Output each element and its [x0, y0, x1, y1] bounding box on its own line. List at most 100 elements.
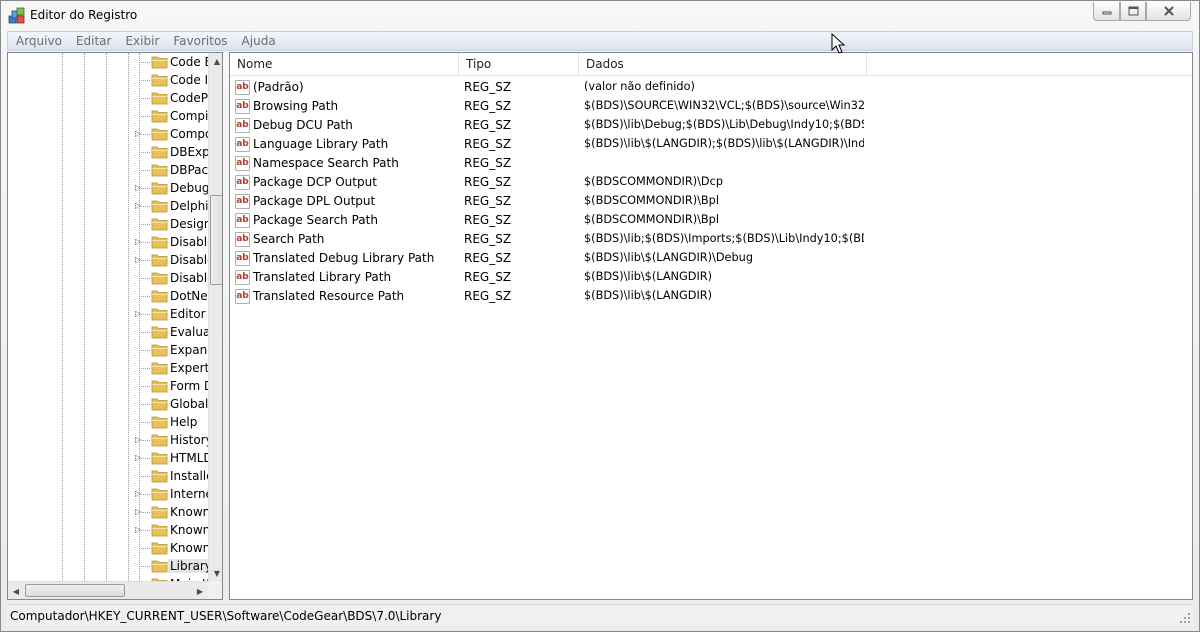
value-type: REG_SZ: [464, 175, 512, 189]
scrollbar-corner: [208, 581, 222, 599]
string-value-icon: ab: [235, 251, 250, 266]
value-row[interactable]: ab Package DCP Output REG_SZ $(BDSCOMMONDIR…: [230, 173, 1192, 192]
menu-exibir[interactable]: Exibir: [118, 32, 166, 50]
tree-item[interactable]: ▷ Disable: [8, 251, 208, 269]
tree-pane[interactable]: Code E Code Ir CodePr Compil ▷ Compo DBExpr DBP…: [7, 52, 223, 600]
expand-arrow-icon[interactable]: ▷: [135, 507, 144, 516]
minimize-button[interactable]: [1093, 2, 1120, 21]
scroll-right-arrow-icon[interactable]: ▶: [192, 583, 208, 599]
folder-icon: [151, 452, 168, 465]
tree-connector-line: [139, 116, 150, 117]
string-value-icon: ab: [235, 80, 250, 95]
scroll-up-arrow-icon[interactable]: ▲: [209, 53, 222, 69]
scroll-left-arrow-icon[interactable]: ◀: [8, 583, 24, 599]
tree-item[interactable]: ▷ HTMLD: [8, 449, 208, 467]
value-row[interactable]: ab Browsing Path REG_SZ $(BDS)\SOURCE\WIN32…: [230, 97, 1192, 116]
tree-item[interactable]: ▷ Editor: [8, 305, 208, 323]
value-row[interactable]: ab Namespace Search Path REG_SZ: [230, 154, 1192, 173]
title-bar[interactable]: Editor do Registro: [1, 1, 1199, 31]
string-value-icon: ab: [235, 175, 250, 190]
value-name: Translated Debug Library Path: [253, 251, 435, 265]
expand-arrow-icon[interactable]: ▷: [135, 255, 144, 264]
tree-item[interactable]: Code E: [8, 53, 208, 71]
tree-item[interactable]: ▷ Debugg: [8, 179, 208, 197]
tree-item[interactable]: Code Ir: [8, 71, 208, 89]
value-row[interactable]: ab Package Search Path REG_SZ $(BDSCOMMONDI…: [230, 211, 1192, 230]
value-row[interactable]: ab Package DPL Output REG_SZ $(BDSCOMMONDIR…: [230, 192, 1192, 211]
tree-item[interactable]: Expand: [8, 341, 208, 359]
expand-arrow-icon[interactable]: ▷: [135, 309, 144, 318]
tree-item[interactable]: ▷ Compo: [8, 125, 208, 143]
menu-favoritos[interactable]: Favoritos: [166, 32, 234, 50]
value-row[interactable]: ab Translated Debug Library Path REG_SZ $(B…: [230, 249, 1192, 268]
tree-vertical-scroll-thumb[interactable]: [210, 195, 222, 285]
tree-item[interactable]: DBPack: [8, 161, 208, 179]
folder-icon: [151, 488, 168, 501]
tree-item[interactable]: Experts: [8, 359, 208, 377]
expand-arrow-icon[interactable]: ▷: [135, 237, 144, 246]
tree-item[interactable]: Globals: [8, 395, 208, 413]
tree-item[interactable]: Help: [8, 413, 208, 431]
expand-arrow-icon[interactable]: ▷: [135, 489, 144, 498]
value-name: Translated Resource Path: [253, 289, 405, 303]
tree-item-label: Known: [170, 541, 208, 555]
tree-item[interactable]: Form D: [8, 377, 208, 395]
tree-item[interactable]: Compil: [8, 107, 208, 125]
folder-icon: [151, 182, 168, 195]
tree-item-label: Known: [170, 523, 208, 537]
column-header-nome[interactable]: Nome: [230, 53, 459, 75]
value-row[interactable]: ab Translated Resource Path REG_SZ $(BDS)\l…: [230, 287, 1192, 306]
menu-editar[interactable]: Editar: [69, 32, 119, 50]
tree-item[interactable]: Disable: [8, 269, 208, 287]
registry-tree[interactable]: Code E Code Ir CodePr Compil ▷ Compo DBExpr DBP…: [8, 53, 208, 581]
values-list-pane[interactable]: Nome Tipo Dados ab (Padrão) REG_SZ (valor n…: [229, 52, 1193, 600]
tree-item[interactable]: ▷ Interne: [8, 485, 208, 503]
close-button[interactable]: [1146, 2, 1191, 21]
tree-horizontal-scroll-thumb[interactable]: [25, 584, 125, 597]
expand-arrow-icon[interactable]: ▷: [135, 525, 144, 534]
resize-grip-icon[interactable]: [1179, 612, 1191, 624]
tree-item[interactable]: ▷ Known: [8, 503, 208, 521]
tree-item[interactable]: CodePr: [8, 89, 208, 107]
maximize-button[interactable]: [1120, 2, 1146, 21]
column-header-dados[interactable]: Dados: [579, 53, 867, 75]
value-type: REG_SZ: [464, 270, 512, 284]
tree-item[interactable]: ▷ Disable: [8, 233, 208, 251]
value-type: REG_SZ: [464, 137, 512, 151]
minimize-icon: [1102, 11, 1111, 15]
tree-item-label: Debugg: [170, 181, 208, 195]
menu-ajuda[interactable]: Ajuda: [235, 32, 283, 50]
tree-item[interactable]: Known: [8, 539, 208, 557]
value-row[interactable]: ab Debug DCU Path REG_SZ $(BDS)\lib\Debug;$…: [230, 116, 1192, 135]
expand-arrow-icon[interactable]: ▷: [135, 183, 144, 192]
folder-icon: [151, 506, 168, 519]
tree-item[interactable]: Installe: [8, 467, 208, 485]
registry-editor-window: Editor do Registro Arquivo Editar Exibir…: [0, 0, 1200, 632]
value-row[interactable]: ab Translated Library Path REG_SZ $(BDS)\li…: [230, 268, 1192, 287]
value-data: $(BDSCOMMONDIR)\Bpl: [584, 194, 719, 207]
expand-arrow-icon[interactable]: ▷: [135, 453, 144, 462]
scroll-down-arrow-icon[interactable]: ▼: [209, 565, 222, 581]
folder-icon: [151, 56, 168, 69]
value-row[interactable]: ab Language Library Path REG_SZ $(BDS)\lib\…: [230, 135, 1192, 154]
column-header-tipo[interactable]: Tipo: [459, 53, 579, 75]
value-row[interactable]: ab Search Path REG_SZ $(BDS)\lib;$(BDS)\Imp…: [230, 230, 1192, 249]
tree-item-label: Code E: [170, 55, 208, 69]
tree-item[interactable]: DotNet: [8, 287, 208, 305]
tree-item[interactable]: Library: [8, 557, 208, 575]
tree-horizontal-scrollbar[interactable]: ◀ ▶: [8, 581, 208, 599]
tree-item[interactable]: ▷ DelphiC: [8, 197, 208, 215]
expand-arrow-icon[interactable]: ▷: [135, 435, 144, 444]
tree-item[interactable]: ▷ Known: [8, 521, 208, 539]
tree-item[interactable]: DBExpr: [8, 143, 208, 161]
folder-icon: [151, 344, 168, 357]
tree-vertical-scrollbar[interactable]: ▲ ▼: [208, 53, 222, 581]
value-name: Debug DCU Path: [253, 118, 353, 132]
value-row[interactable]: ab (Padrão) REG_SZ (valor não definido): [230, 78, 1192, 97]
menu-arquivo[interactable]: Arquivo: [8, 32, 69, 50]
tree-item[interactable]: Designe: [8, 215, 208, 233]
expand-arrow-icon[interactable]: ▷: [135, 129, 144, 138]
expand-arrow-icon[interactable]: ▷: [135, 201, 144, 210]
tree-item[interactable]: ▷ History: [8, 431, 208, 449]
tree-item[interactable]: Evaluat: [8, 323, 208, 341]
